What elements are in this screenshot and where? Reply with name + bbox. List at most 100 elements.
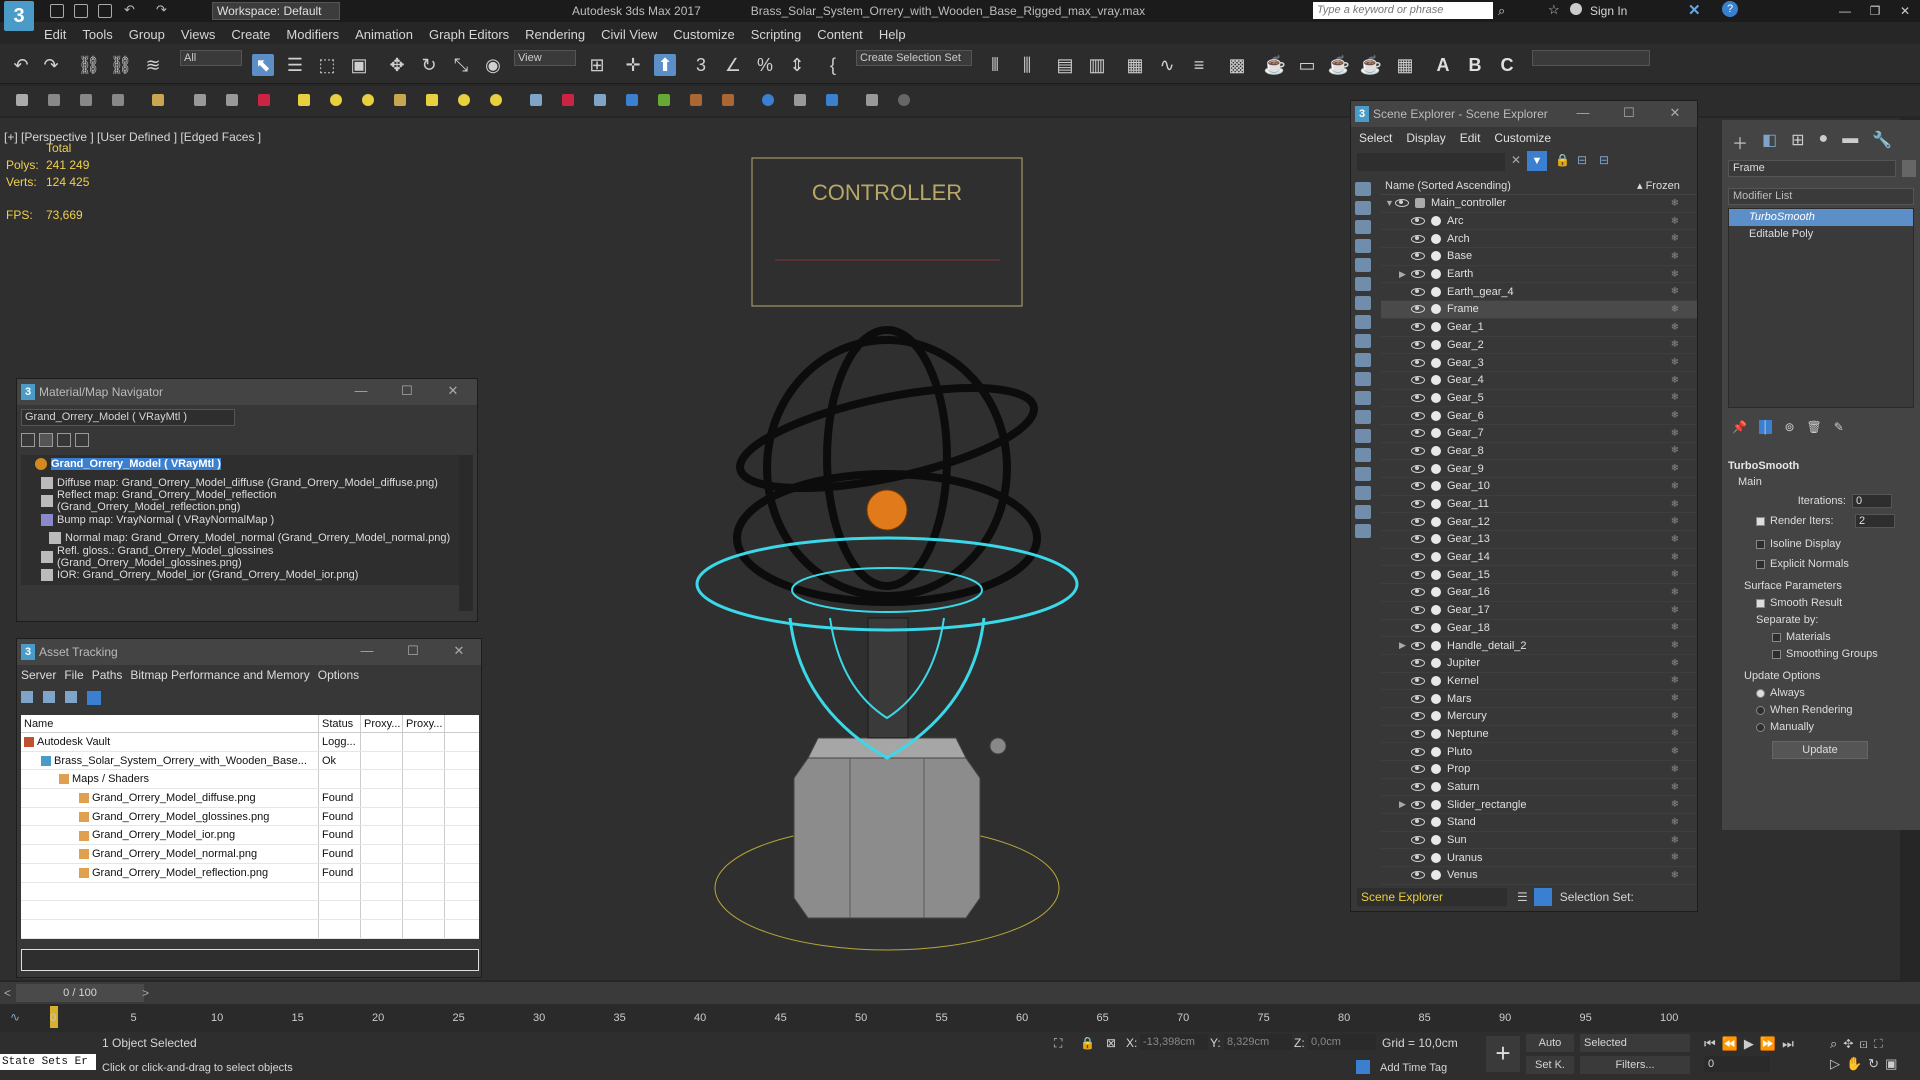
- pin-stack-icon[interactable]: 📌: [1732, 420, 1747, 434]
- tree-item[interactable]: ▶ Slider_rectangle ❄: [1381, 796, 1697, 815]
- menu-animation[interactable]: Animation: [355, 27, 413, 42]
- eye-icon[interactable]: [1411, 641, 1425, 650]
- tree-item[interactable]: Pluto ❄: [1381, 743, 1697, 761]
- time-slider[interactable]: < 0 / 100 >: [0, 982, 1920, 1004]
- list-item[interactable]: Refl. gloss.: Grand_Orrery_Model_glossin…: [21, 545, 461, 569]
- freeze-icon[interactable]: ❄: [1671, 693, 1679, 704]
- remove-modifier-icon[interactable]: 🗑: [1807, 420, 1822, 434]
- freeze-icon[interactable]: ❄: [1671, 817, 1679, 828]
- select-toggle-icon[interactable]: [1355, 524, 1371, 538]
- edit-named-selection-icon[interactable]: {: [822, 54, 844, 76]
- eye-icon[interactable]: [1411, 623, 1425, 632]
- rectangle-selection-icon[interactable]: ⬚: [316, 54, 338, 76]
- freeze-icon[interactable]: ❄: [1671, 835, 1679, 846]
- render-setup-icon[interactable]: ☕: [1264, 54, 1286, 76]
- close-button[interactable]: ✕: [449, 643, 469, 659]
- star-icon[interactable]: ☆: [1548, 2, 1560, 18]
- list-item[interactable]: Grand_Orrery_Model ( VRayMtl ): [21, 455, 461, 474]
- track-bar[interactable]: ∿ 0 5 10 15 20 25 30 35 40 45 50 55 60 65 70 75 80 85 90 95…: [0, 1004, 1920, 1032]
- layer-explorer-icon[interactable]: ▥: [1086, 54, 1108, 76]
- modify-tab-icon[interactable]: ◧: [1762, 130, 1777, 154]
- angle-snap-icon[interactable]: ∠: [722, 54, 744, 76]
- table-row[interactable]: Grand_Orrery_Model_normal.png Found: [21, 845, 479, 864]
- align-icon[interactable]: ⫼: [1016, 54, 1038, 76]
- render-iterative-icon[interactable]: ☕: [1360, 54, 1382, 76]
- add-time-tag[interactable]: Add Time Tag: [1380, 1062, 1447, 1074]
- eye-icon[interactable]: [1411, 411, 1425, 420]
- tree-root[interactable]: ▼ Main_controller ❄: [1381, 195, 1697, 213]
- display-spacewarps-icon[interactable]: [1355, 277, 1371, 291]
- tree-item[interactable]: Gear_12 ❄: [1381, 513, 1697, 532]
- y-coordinate[interactable]: 8,329cm: [1224, 1034, 1292, 1050]
- filter-input[interactable]: [1357, 153, 1505, 171]
- key-filters-button[interactable]: Filters...: [1580, 1056, 1690, 1074]
- tree-item[interactable]: Gear_7 ❄: [1381, 425, 1697, 443]
- material-navigator-title[interactable]: 3 Material/Map Navigator — ☐ ✕: [17, 379, 477, 405]
- select-manipulate-icon[interactable]: ✛: [622, 54, 644, 76]
- tree-item[interactable]: Gear_10 ❄: [1381, 478, 1697, 496]
- display-geometry-icon[interactable]: [1355, 182, 1371, 196]
- display-all-icon[interactable]: [1355, 410, 1371, 424]
- select-by-name-icon[interactable]: ☰: [284, 54, 306, 76]
- eye-icon[interactable]: [1411, 217, 1425, 226]
- freeze-icon[interactable]: ❄: [1671, 392, 1679, 403]
- display-frozen-icon[interactable]: [1355, 372, 1371, 386]
- display-tab-icon[interactable]: ▬: [1842, 130, 1858, 154]
- freeze-icon[interactable]: ❄: [1671, 233, 1679, 244]
- eye-icon[interactable]: [1411, 500, 1425, 509]
- tool-icon[interactable]: [530, 94, 542, 106]
- empty-dropdown[interactable]: [1532, 50, 1650, 66]
- current-frame-spinner[interactable]: 0: [1704, 1056, 1770, 1072]
- eye-icon[interactable]: [1411, 482, 1425, 491]
- eye-icon[interactable]: [1411, 765, 1425, 774]
- menu-display[interactable]: Display: [1406, 131, 1445, 145]
- menu-file[interactable]: File: [64, 668, 83, 682]
- set-key-button[interactable]: Set K.: [1526, 1056, 1574, 1074]
- key-filter-dropdown[interactable]: Selected: [1580, 1034, 1690, 1052]
- tree-item[interactable]: Mars ❄: [1381, 690, 1697, 708]
- display-xrefs-icon[interactable]: [1355, 315, 1371, 329]
- menu-create[interactable]: Create: [231, 27, 270, 42]
- restore-button[interactable]: ❐: [1860, 2, 1890, 20]
- tree-item[interactable]: Earth_gear_4 ❄: [1381, 283, 1697, 302]
- smoothing-groups-checkbox[interactable]: [1772, 649, 1781, 659]
- close-button[interactable]: ✕: [443, 383, 463, 399]
- layer-icon[interactable]: ⊟: [1599, 153, 1609, 167]
- display-lights-icon[interactable]: [1355, 220, 1371, 234]
- x-coordinate[interactable]: -13,398cm: [1140, 1034, 1208, 1050]
- freeze-icon[interactable]: ❄: [1671, 251, 1679, 262]
- menu-edit[interactable]: Edit: [1460, 131, 1481, 145]
- freeze-icon[interactable]: ❄: [1671, 552, 1679, 563]
- clear-filter-icon[interactable]: ✕: [1511, 153, 1521, 167]
- next-frame-icon[interactable]: >: [142, 986, 149, 1000]
- maximize-button[interactable]: ☐: [1619, 105, 1639, 121]
- ribbon-toggle-icon[interactable]: ▦: [1124, 54, 1146, 76]
- display-helpers-icon[interactable]: [1355, 258, 1371, 272]
- freeze-icon[interactable]: ❄: [1671, 764, 1679, 775]
- tool-icon[interactable]: [898, 94, 910, 106]
- make-unique-icon[interactable]: ⊚: [1784, 420, 1794, 434]
- tree-item[interactable]: Kernel ❄: [1381, 673, 1697, 691]
- new-file-icon[interactable]: [50, 4, 64, 18]
- undo-icon[interactable]: ↶: [10, 54, 32, 76]
- text-a-icon[interactable]: A: [1432, 54, 1454, 76]
- tool-icon[interactable]: [826, 94, 838, 106]
- freeze-icon[interactable]: ❄: [1671, 746, 1679, 757]
- table-row[interactable]: Maps / Shaders: [21, 770, 479, 790]
- prev-frame-icon[interactable]: <: [4, 986, 11, 1000]
- rollout-title[interactable]: TurboSmooth: [1728, 460, 1914, 472]
- scene-explorer-toggle-icon[interactable]: ▤: [1054, 54, 1076, 76]
- list-view-icon[interactable]: [21, 433, 35, 447]
- rendered-frame-window-icon[interactable]: ▭: [1296, 54, 1318, 76]
- tool-icon[interactable]: [65, 691, 77, 703]
- table-row[interactable]: Autodesk Vault Logg...: [21, 733, 479, 752]
- freeze-icon[interactable]: ❄: [1671, 357, 1679, 368]
- minimize-button[interactable]: —: [357, 643, 377, 658]
- tree-item[interactable]: Gear_5 ❄: [1381, 390, 1697, 408]
- minimize-button[interactable]: —: [1830, 2, 1860, 20]
- eye-icon[interactable]: [1411, 287, 1425, 296]
- tool-icon[interactable]: [426, 94, 438, 106]
- eye-icon[interactable]: [1411, 429, 1425, 438]
- freeze-icon[interactable]: ❄: [1671, 216, 1679, 227]
- freeze-icon[interactable]: ❄: [1671, 675, 1679, 686]
